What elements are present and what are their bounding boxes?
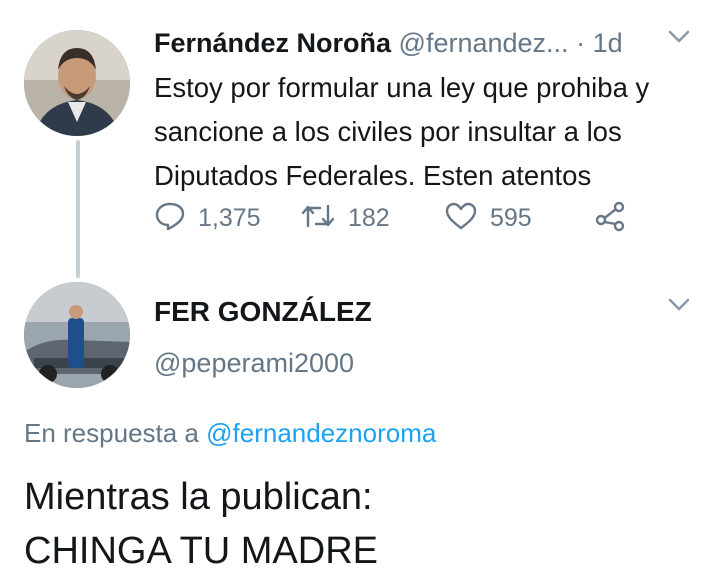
tweet-text-line: CHINGA TU MADRE xyxy=(24,530,379,572)
reply-prefix: En respuesta a xyxy=(24,418,199,448)
chevron-down-icon[interactable] xyxy=(668,30,690,49)
chevron-down-icon[interactable] xyxy=(668,298,690,317)
reply-context: En respuesta a @fernandeznoroma xyxy=(24,418,436,449)
tweet-text: Mientras la publican: CHINGA TU MADRE xyxy=(24,470,684,578)
author-handle[interactable]: @peperami2000 xyxy=(154,348,354,379)
reply-icon xyxy=(154,201,186,236)
like-count: 595 xyxy=(490,203,532,232)
tweet-text-line: Diputados Federales. Esten atentos xyxy=(154,160,592,191)
tweet-actions: 1,375 182 595 xyxy=(154,196,674,240)
author-name[interactable]: FER GONZÁLEZ xyxy=(154,296,372,328)
reply-button[interactable]: 1,375 xyxy=(154,196,261,240)
author-handle[interactable]: @fernandez... xyxy=(399,28,569,58)
like-button[interactable]: 595 xyxy=(444,196,532,240)
share-icon xyxy=(594,200,628,237)
timestamp[interactable]: · 1d xyxy=(576,28,623,58)
retweet-count: 182 xyxy=(348,203,390,232)
tweet-text-line: Mientras la publican: xyxy=(24,476,373,518)
avatar-photo xyxy=(24,30,130,136)
retweet-icon xyxy=(300,202,336,235)
tweet1-header: Fernández Noroña @fernandez... · 1d xyxy=(154,26,694,60)
share-button[interactable] xyxy=(594,196,628,240)
avatar[interactable] xyxy=(24,30,130,136)
reply-count: 1,375 xyxy=(198,203,261,232)
reply-mention-link[interactable]: @fernandeznoroma xyxy=(206,418,436,448)
like-icon xyxy=(444,201,478,236)
tweet-text-line: Estoy por formular una ley que prohiba y xyxy=(154,72,650,103)
avatar-photo xyxy=(24,282,130,388)
avatar[interactable] xyxy=(24,282,130,388)
tweet-text-line: sancione a los civiles por insultar a lo… xyxy=(154,116,622,147)
retweet-button[interactable]: 182 xyxy=(300,196,390,240)
tweet-text: Estoy por formular una ley que prohiba y… xyxy=(154,66,694,198)
thread-line xyxy=(76,140,80,278)
author-name[interactable]: Fernández Noroña xyxy=(154,28,391,58)
